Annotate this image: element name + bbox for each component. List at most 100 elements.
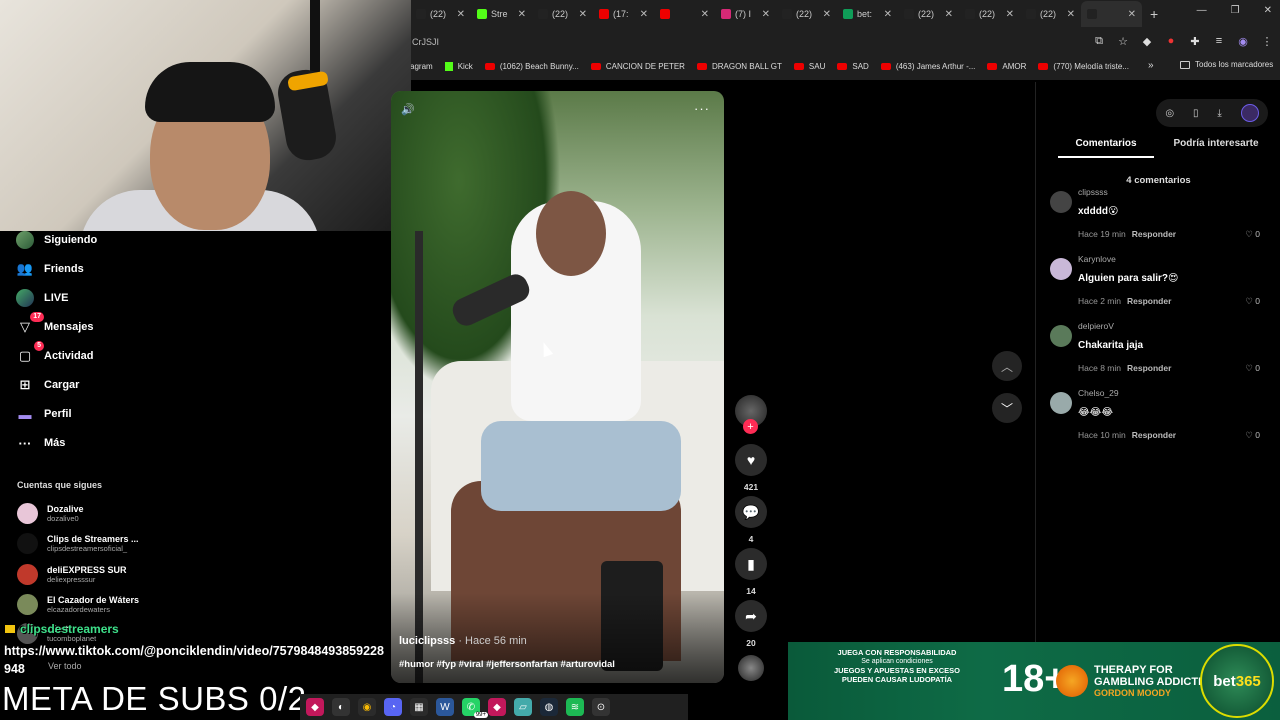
close-tab-icon[interactable]: ✕ xyxy=(1067,9,1075,20)
taskbar-spotify-icon[interactable]: ≋ xyxy=(566,698,584,716)
taskbar-obs2-icon[interactable]: ⊙ xyxy=(592,698,610,716)
extension-diamond-icon[interactable]: ◆ xyxy=(1140,34,1154,48)
address-bar[interactable]: CrJSJI ⧉ ☆ ◆ ● ✚ ≡ ◉ ⋮ xyxy=(410,30,1280,54)
browser-tab[interactable]: (22) ✕ xyxy=(898,1,959,27)
star-bookmark-icon[interactable]: ☆ xyxy=(1116,34,1130,48)
comment-like[interactable]: ♡ 0 xyxy=(1245,296,1260,307)
taskbar-obs-icon[interactable]: ◐ xyxy=(332,698,350,716)
heart-icon[interactable]: ♥ xyxy=(735,444,767,476)
followed-account[interactable]: Clips de Streamers ... clipsdestreamersof… xyxy=(17,533,139,554)
reply-button[interactable]: Responder xyxy=(1127,363,1171,373)
comment-username[interactable]: Karynlove xyxy=(1078,254,1116,264)
user-avatar[interactable] xyxy=(1240,104,1259,122)
menu-kebab-icon[interactable]: ⋮ xyxy=(1260,34,1274,48)
taskbar-notes-icon[interactable]: ▱ xyxy=(514,698,532,716)
close-tab-icon[interactable]: ✕ xyxy=(518,9,526,20)
sidebar-item-más[interactable]: ··· Más xyxy=(16,434,66,452)
follow-plus-icon[interactable]: + xyxy=(743,419,758,434)
browser-tab[interactable]: (22) ✕ xyxy=(532,1,593,27)
close-tab-icon[interactable]: ✕ xyxy=(640,9,648,20)
taskbar-discord-icon[interactable]: ◔ xyxy=(384,698,402,716)
comment-avatar[interactable] xyxy=(1050,392,1072,414)
close-window-icon[interactable]: ✕ xyxy=(1264,5,1272,16)
download-icon[interactable]: ⤓ xyxy=(1217,108,1221,119)
save-action[interactable]: ▮ 14 xyxy=(734,548,768,596)
phone-icon[interactable]: ▯ xyxy=(1193,108,1199,119)
comment-username[interactable]: clipssss xyxy=(1078,187,1108,197)
sidebar-item-actividad[interactable]: ▢ 5 Actividad xyxy=(16,341,94,365)
browser-tab[interactable]: (17: ✕ xyxy=(593,1,654,27)
video-author-name[interactable]: luciclipsss xyxy=(399,635,455,647)
profile-avatar-icon[interactable]: ◉ xyxy=(1236,34,1250,48)
video-hashtags[interactable]: #humor #fyp #viral #jeffersonfarfan #art… xyxy=(399,659,615,670)
browser-tab[interactable]: Stre ✕ xyxy=(471,1,532,27)
bookmark-item[interactable]: (1062) Beach Bunny... xyxy=(484,62,579,71)
extension-shield-icon[interactable]: ● xyxy=(1164,34,1178,48)
browser-tab[interactable]: bet: ✕ xyxy=(837,1,898,27)
bookmark-item[interactable]: Kick xyxy=(444,61,473,71)
bookmark-icon[interactable]: ▮ xyxy=(735,548,767,580)
taskbar-chrome-icon[interactable]: ◉ xyxy=(358,698,376,716)
install-app-icon[interactable]: ⧉ xyxy=(1092,34,1106,48)
sidebar-item-siguiendo[interactable]: Siguiendo xyxy=(16,231,97,249)
comment-like[interactable]: ♡ 0 xyxy=(1245,229,1260,240)
all-bookmarks-button[interactable]: Todos los marcadores xyxy=(1180,60,1273,69)
next-video-button[interactable]: ﹀ xyxy=(992,393,1022,423)
extensions-puzzle-icon[interactable]: ✚ xyxy=(1188,34,1202,48)
comment-icon[interactable]: 💬 xyxy=(735,496,767,528)
browser-tab[interactable]: (22) ✕ xyxy=(1020,1,1081,27)
compass-icon[interactable]: ◎ xyxy=(1165,108,1174,119)
sidebar-item-mensajes[interactable]: ▽ 17 Mensajes xyxy=(16,312,94,336)
address-text[interactable]: CrJSJI xyxy=(412,37,439,47)
close-tab-icon[interactable]: ✕ xyxy=(823,9,831,20)
followed-account[interactable]: Dozalive dozalive0 xyxy=(17,503,84,524)
reply-button[interactable]: Responder xyxy=(1127,296,1171,306)
sidebar-item-friends[interactable]: 👥 Friends xyxy=(16,260,84,278)
previous-video-button[interactable]: ︿ xyxy=(992,351,1022,381)
minimize-icon[interactable]: — xyxy=(1197,5,1207,16)
close-tab-icon[interactable]: ✕ xyxy=(701,9,709,20)
sidebar-item-cargar[interactable]: ⊞ Cargar xyxy=(16,376,80,394)
followed-account[interactable]: deliEXPRESS SUR deliexpresssur xyxy=(17,564,127,585)
reply-button[interactable]: Responder xyxy=(1132,430,1176,440)
bookmark-item[interactable]: DRAGON BALL GT xyxy=(696,62,782,71)
close-tab-icon[interactable]: ✕ xyxy=(945,9,953,20)
close-tab-icon[interactable]: ✕ xyxy=(884,9,892,20)
restore-icon[interactable]: ❐ xyxy=(1231,5,1240,16)
browser-tab[interactable]: (22) ✕ xyxy=(776,1,837,27)
bookmark-item[interactable]: CANCION DE PETER xyxy=(590,62,685,71)
media-control-icon[interactable]: ≡ xyxy=(1212,34,1226,48)
bookmarks-overflow-button[interactable]: » xyxy=(1148,60,1162,71)
taskbar-steam-icon[interactable]: ◍ xyxy=(540,698,558,716)
comment-username[interactable]: Chelso_29 xyxy=(1078,388,1119,398)
bookmark-item[interactable]: SAD xyxy=(837,62,869,71)
comment-avatar[interactable] xyxy=(1050,191,1072,213)
close-tab-icon[interactable]: ✕ xyxy=(762,9,770,20)
tab-comments[interactable]: Comentarios xyxy=(1058,138,1154,158)
bookmark-item[interactable]: AMOR xyxy=(987,62,1026,71)
close-tab-icon[interactable]: ✕ xyxy=(457,9,465,20)
bookmark-item[interactable]: agram xyxy=(410,62,433,71)
taskbar-calculator-icon[interactable]: ▦ xyxy=(410,698,428,716)
browser-tab[interactable]: ✕ xyxy=(1081,1,1142,27)
video-player[interactable]: 🔊 ··· luciclipsss · Hace 56 min #humor #… xyxy=(391,91,724,683)
taskbar-app-icon[interactable]: ◆ xyxy=(306,698,324,716)
comment-username[interactable]: delpieroV xyxy=(1078,321,1114,331)
comment-avatar[interactable] xyxy=(1050,258,1072,280)
comment-avatar[interactable] xyxy=(1050,325,1072,347)
video-more-icon[interactable]: ··· xyxy=(694,101,710,116)
followed-account[interactable]: El Cazador de Wáters elcazadordewaters xyxy=(17,594,139,615)
new-tab-button[interactable]: + xyxy=(1150,6,1158,22)
taskbar-whatsapp-icon[interactable]: ✆ 99+ xyxy=(462,698,488,718)
taskbar-word-icon[interactable]: W xyxy=(436,698,454,716)
share-action[interactable]: ➦ 20 xyxy=(734,600,768,648)
close-tab-icon[interactable]: ✕ xyxy=(1006,9,1014,20)
comment-action[interactable]: 💬 4 xyxy=(734,496,768,544)
sidebar-item-perfil[interactable]: ▬ Perfil xyxy=(16,405,72,423)
music-disc-icon[interactable] xyxy=(738,655,764,681)
bookmark-item[interactable]: (463) James Arthur -... xyxy=(880,62,975,71)
comment-like[interactable]: ♡ 0 xyxy=(1245,363,1260,374)
tab-might-interest[interactable]: Podría interesarte xyxy=(1166,138,1266,149)
video-author[interactable]: luciclipsss · Hace 56 min xyxy=(399,635,527,647)
browser-tab[interactable]: (7) I ✕ xyxy=(715,1,776,27)
